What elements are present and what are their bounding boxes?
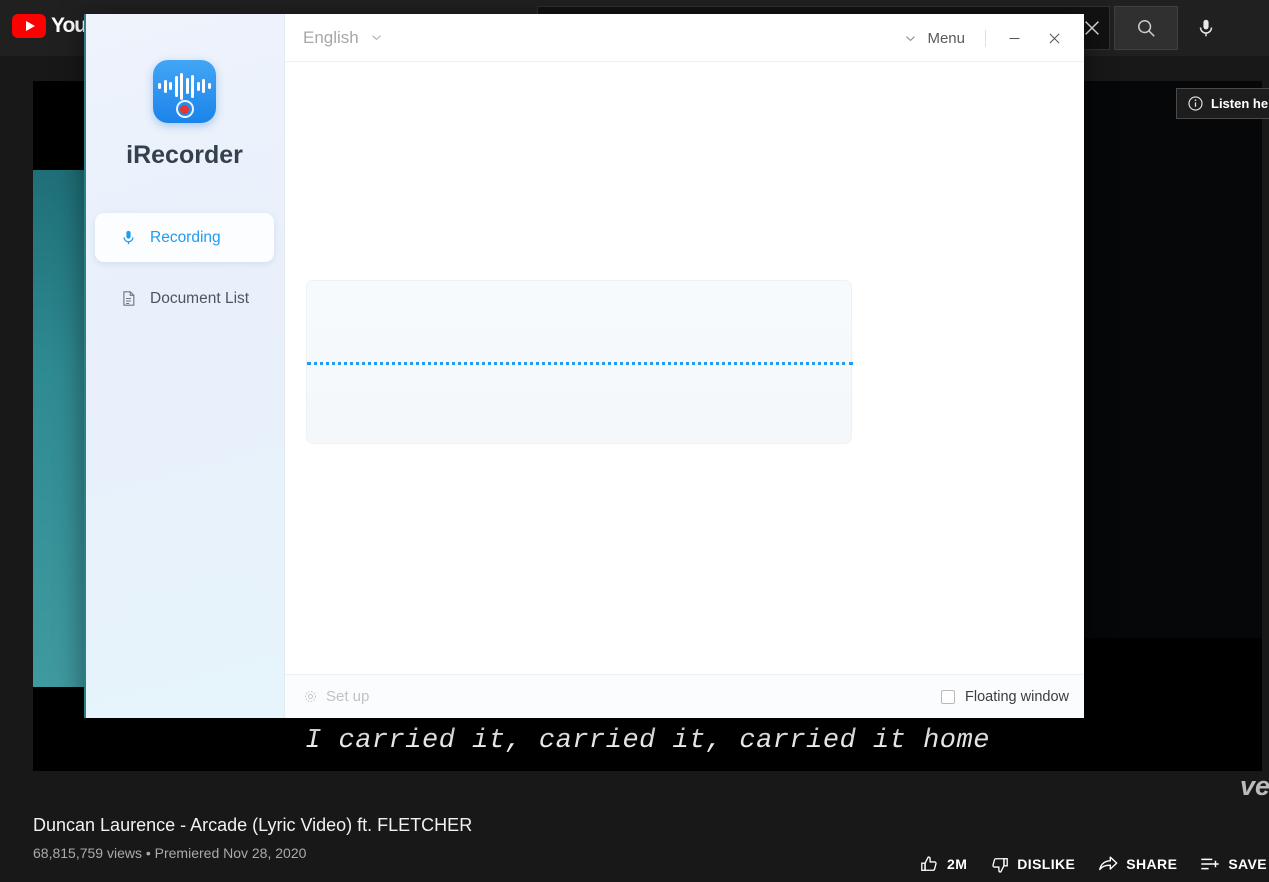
sidebar-item-document-list[interactable]: Document List [95,274,274,323]
waveform-baseline [307,362,853,365]
titlebar-divider [985,29,986,47]
share-label: SHARE [1126,856,1178,872]
listen-here-label: Listen here! [1211,96,1269,111]
dislike-button[interactable]: DISLIKE [989,854,1075,875]
close-button[interactable] [1034,18,1074,58]
search-button[interactable] [1114,6,1178,50]
share-button[interactable]: SHARE [1097,853,1177,875]
info-icon [1188,96,1203,111]
irecorder-main-panel: English Menu Set up Floating window [285,14,1084,718]
waveform-display [306,280,853,444]
video-lyric-caption: I carried it, carried it, carried it hom… [33,711,1262,771]
record-dot-icon [175,100,194,118]
floating-window-checkbox[interactable] [941,689,956,704]
titlebar-controls: Menu [891,14,1084,62]
setup-label: Set up [326,688,370,705]
chevron-down-icon [906,35,916,41]
menu-label: Menu [927,29,965,47]
minimize-icon [1009,37,1019,39]
close-icon [1049,33,1059,43]
microphone-icon [123,230,134,245]
video-title: Duncan Laurence - Arcade (Lyric Video) f… [33,815,473,835]
gear-icon [305,691,316,702]
sidebar-item-label: Document List [150,289,250,307]
lyric-text: I carried it, carried it, carried it hom… [305,726,990,756]
listen-here-tooltip[interactable]: Listen here! [1176,88,1269,119]
like-button[interactable]: 2M [919,854,967,875]
dislike-label: DISLIKE [1017,856,1076,872]
sidebar-item-recording[interactable]: Recording [95,213,274,262]
sidebar-item-label: Recording [150,228,221,246]
video-color-block [33,170,88,687]
minimize-button[interactable] [994,18,1034,58]
video-action-bar: 2M DISLIKE SHARE SAVE [919,853,1267,875]
screen: YouTube IN [0,0,1269,882]
irecorder-window: iRecorder Recording Document List Englis… [84,14,1084,718]
floating-window-label: Floating window [965,688,1069,705]
vevo-watermark: ve [1239,771,1269,801]
share-arrow-icon [1099,856,1118,871]
sidebar-accent-edge [84,14,86,718]
thumbs-down-icon [992,857,1009,873]
chevron-down-icon [371,35,381,41]
sidebar-nav: Recording Document List [95,213,274,335]
irecorder-titlebar: English Menu [285,14,1084,62]
floating-window-option[interactable]: Floating window [941,689,1069,705]
save-label: SAVE [1228,856,1267,872]
language-label: English [303,27,359,47]
waveform-icon [153,70,216,102]
save-button[interactable]: SAVE [1199,853,1267,875]
document-icon [123,291,135,306]
search-icon [1138,20,1155,37]
irecorder-footer: Set up Floating window [285,674,1084,718]
thumbs-up-icon [921,855,937,871]
irecorder-app-icon [153,60,216,123]
save-playlist-icon [1201,858,1220,870]
irecorder-sidebar: iRecorder Recording Document List [84,14,285,718]
like-count: 2M [947,856,968,872]
setup-button[interactable]: Set up [303,688,369,705]
microphone-icon [1199,19,1213,37]
menu-button[interactable]: Menu [891,30,977,47]
voice-search-button[interactable] [1186,8,1226,48]
video-meta: Duncan Laurence - Arcade (Lyric Video) f… [33,815,472,861]
language-selector[interactable]: English [303,28,384,48]
youtube-play-icon [12,14,46,38]
close-icon [1085,21,1099,35]
app-title: iRecorder [126,141,243,169]
video-stats: 68,815,759 views • Premiered Nov 28, 202… [33,845,307,861]
